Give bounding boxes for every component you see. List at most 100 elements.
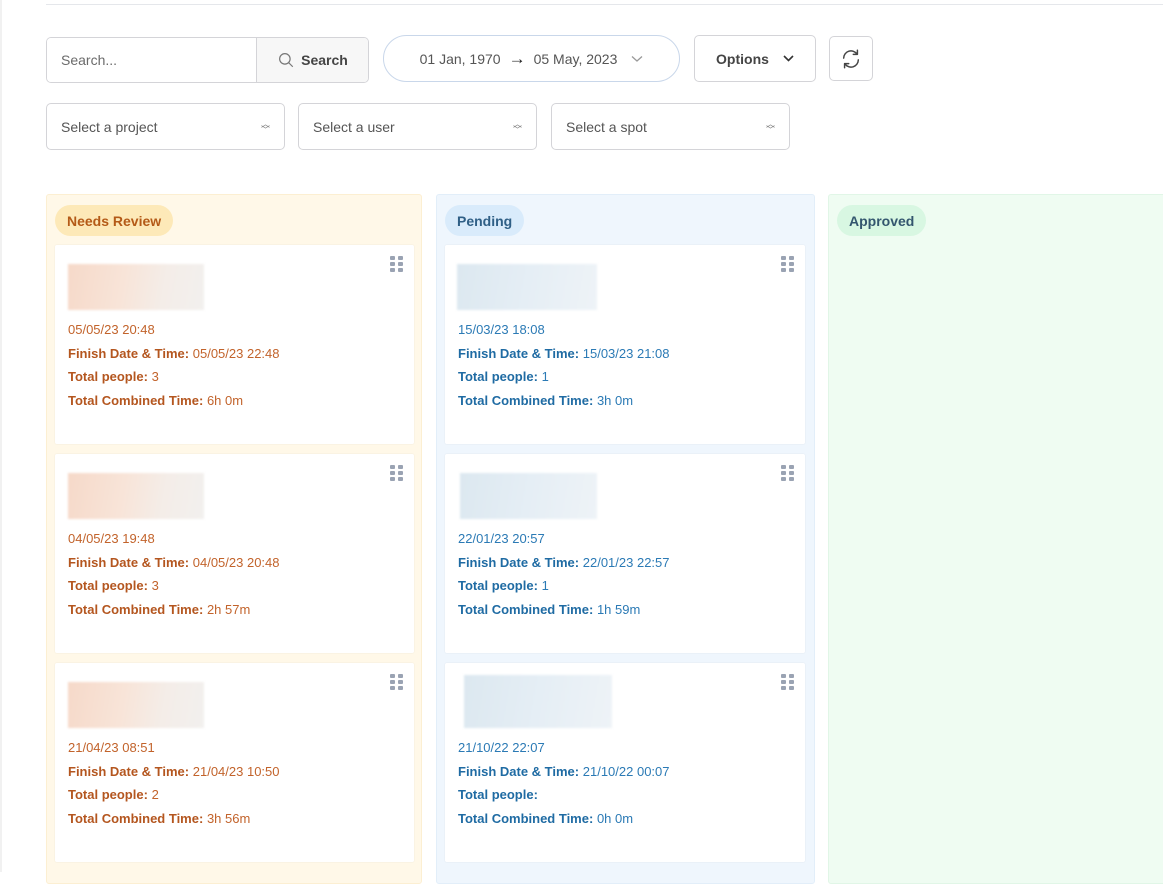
combined-value: 3h 0m (596, 392, 634, 408)
column-title-badge: Needs Review (55, 205, 174, 236)
finish-value: 21/10/22 00:07 (582, 763, 670, 779)
combined-value: 6h 0m (206, 392, 244, 408)
drag-handle-icon[interactable] (390, 674, 404, 690)
people-label: Total people: (68, 578, 148, 593)
search-group: Search (46, 37, 369, 83)
people-value: 2 (151, 787, 159, 802)
finish-value: 04/05/23 20:48 (192, 554, 280, 570)
spot-select[interactable]: Select a spot ︿ ﹀ (551, 103, 790, 150)
combined-label: Total Combined Time: (68, 810, 204, 826)
people-label: Total people: (458, 369, 538, 384)
date-range-picker[interactable]: 01 Jan, 1970 → 05 May, 2023 (383, 35, 680, 82)
drag-handle-icon[interactable] (781, 674, 795, 690)
combined-value: 3h 56m (206, 810, 251, 826)
card-finish-row: Finish Date & Time: 15/03/23 21:08 (458, 343, 670, 366)
card-people-row: Total people: 1 (458, 575, 670, 598)
finish-label: Finish Date & Time: (458, 345, 580, 361)
updown-chevron-icon: ︿ ﹀ (260, 118, 270, 135)
card-start-time: 21/04/23 08:51 (68, 740, 155, 755)
kanban-card[interactable]: 21/04/23 08:51 Finish Date & Time: 21/04… (55, 663, 414, 862)
user-select-placeholder: Select a user (313, 118, 395, 135)
refresh-icon (842, 49, 860, 68)
combined-value: 2h 57m (206, 601, 251, 617)
card-finish-row: Finish Date & Time: 21/04/23 10:50 (68, 761, 280, 784)
finish-value: 22/01/23 22:57 (582, 554, 670, 570)
column-pending: Pending 15/03/23 18:08 Finish Date & Tim… (436, 194, 815, 884)
project-select[interactable]: Select a project ︿ ﹀ (46, 103, 285, 150)
combined-value: 1h 59m (596, 601, 641, 617)
kanban-card[interactable]: 22/01/23 20:57 Finish Date & Time: 22/01… (445, 454, 805, 653)
page-left-border (0, 0, 2, 872)
finish-label: Finish Date & Time: (68, 763, 190, 779)
drag-handle-icon[interactable] (781, 465, 795, 481)
card-people-row: Total people: 1 (458, 366, 670, 389)
finish-value: 05/05/23 22:48 (192, 345, 280, 361)
card-start-time: 05/05/23 20:48 (68, 322, 155, 337)
date-from: 01 Jan, 1970 (419, 50, 501, 67)
redacted-card-title (68, 473, 204, 519)
finish-label: Finish Date & Time: (68, 345, 190, 361)
redacted-card-title (68, 264, 204, 310)
people-value: 1 (541, 578, 549, 593)
kanban-card[interactable]: 04/05/23 19:48 Finish Date & Time: 04/05… (55, 454, 414, 653)
column-title-badge: Pending (445, 205, 525, 236)
people-label: Total people: (68, 369, 148, 384)
search-button-label: Search (301, 52, 348, 68)
card-people-row: Total people: 3 (68, 575, 280, 598)
finish-value: 21/04/23 10:50 (192, 763, 280, 779)
search-button[interactable]: Search (256, 38, 368, 82)
card-finish-row: Finish Date & Time: 05/05/23 22:48 (68, 343, 280, 366)
card-start-time: 04/05/23 19:48 (68, 531, 155, 546)
updown-chevron-icon: ︿ ﹀ (765, 118, 775, 135)
arrow-right-icon: → (508, 48, 526, 68)
finish-label: Finish Date & Time: (458, 554, 580, 570)
card-people-row: Total people: 3 (68, 366, 280, 389)
user-select[interactable]: Select a user ︿ ﹀ (298, 103, 537, 150)
people-label: Total people: (68, 787, 148, 802)
date-to: 05 May, 2023 (533, 50, 618, 67)
chevron-down-icon (783, 55, 794, 62)
combined-label: Total Combined Time: (458, 392, 594, 408)
card-combined-row: Total Combined Time: 2h 57m (68, 599, 280, 622)
combined-label: Total Combined Time: (68, 392, 204, 408)
drag-handle-icon[interactable] (390, 465, 404, 481)
combined-label: Total Combined Time: (68, 601, 204, 617)
kanban-card[interactable]: 05/05/23 20:48 Finish Date & Time: 05/05… (55, 245, 414, 444)
card-combined-row: Total Combined Time: 3h 0m (458, 390, 670, 413)
card-people-row: Total people: 2 (68, 784, 280, 807)
column-approved: Approved (828, 194, 1163, 884)
search-input[interactable] (47, 38, 256, 82)
people-label: Total people: (458, 787, 538, 802)
people-value: 1 (541, 369, 549, 384)
redacted-card-title (457, 264, 597, 310)
card-combined-row: Total Combined Time: 6h 0m (68, 390, 280, 413)
combined-value: 0h 0m (596, 810, 634, 826)
refresh-button[interactable] (829, 36, 873, 81)
finish-label: Finish Date & Time: (68, 554, 190, 570)
project-select-placeholder: Select a project (61, 118, 158, 135)
drag-handle-icon[interactable] (781, 256, 795, 272)
drag-handle-icon[interactable] (390, 256, 404, 272)
spot-select-placeholder: Select a spot (566, 118, 647, 135)
card-combined-row: Total Combined Time: 1h 59m (458, 599, 670, 622)
options-dropdown-button[interactable]: Options (694, 35, 816, 82)
redacted-card-title (460, 473, 597, 519)
chevron-down-icon (631, 55, 643, 62)
kanban-card[interactable]: 21/10/22 22:07 Finish Date & Time: 21/10… (445, 663, 805, 862)
redacted-card-title (464, 675, 612, 728)
people-label: Total people: (458, 578, 538, 593)
card-combined-row: Total Combined Time: 3h 56m (68, 808, 280, 831)
redacted-card-title (68, 682, 204, 728)
combined-label: Total Combined Time: (458, 601, 594, 617)
top-divider (46, 4, 1163, 5)
search-icon (279, 53, 294, 68)
kanban-card[interactable]: 15/03/23 18:08 Finish Date & Time: 15/03… (445, 245, 805, 444)
card-people-row: Total people: (458, 784, 670, 807)
card-finish-row: Finish Date & Time: 21/10/22 00:07 (458, 761, 670, 784)
column-title-badge: Approved (837, 205, 927, 236)
card-finish-row: Finish Date & Time: 04/05/23 20:48 (68, 552, 280, 575)
card-start-time: 22/01/23 20:57 (458, 531, 545, 546)
column-needs-review: Needs Review 05/05/23 20:48 Finish Date … (46, 194, 422, 884)
card-finish-row: Finish Date & Time: 22/01/23 22:57 (458, 552, 670, 575)
card-start-time: 21/10/22 22:07 (458, 740, 545, 755)
